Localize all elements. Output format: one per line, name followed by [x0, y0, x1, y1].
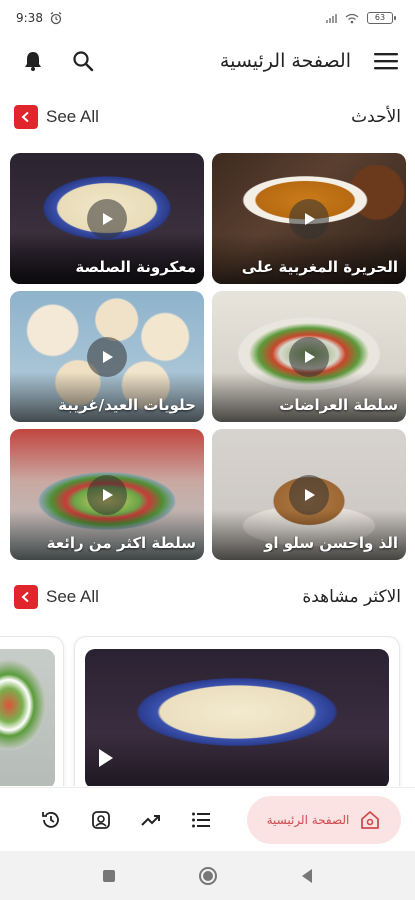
latest-see-all-button[interactable]: See All	[14, 105, 99, 129]
recipe-card[interactable]: معكرونة الصلصة	[10, 153, 204, 284]
search-icon[interactable]	[70, 48, 96, 74]
video-thumbnail	[85, 649, 389, 786]
system-navigation-bar	[0, 851, 415, 900]
recipe-title: سلطة اكثر من رائعة	[46, 534, 196, 552]
recipe-title: الذ واحسن سلو او	[264, 534, 398, 552]
home-icon	[361, 810, 380, 829]
video-card[interactable]	[74, 636, 400, 786]
recipe-title: حلويات العيد/غريبة	[58, 396, 196, 414]
wifi-icon	[345, 13, 359, 23]
play-icon	[87, 474, 127, 515]
most-viewed-see-all-button[interactable]: See All	[14, 585, 99, 609]
menu-icon[interactable]	[373, 48, 399, 74]
most-viewed-section-title: الاكثر مشاهدة	[302, 587, 401, 607]
play-icon	[289, 198, 329, 239]
play-icon	[99, 749, 113, 767]
play-icon	[87, 198, 127, 239]
play-icon	[87, 336, 127, 377]
recents-button[interactable]	[102, 869, 116, 883]
notifications-icon[interactable]	[20, 48, 46, 74]
top-app-bar: الصفحة الرئيسية	[0, 38, 415, 84]
list-icon[interactable]	[188, 807, 214, 833]
home-button[interactable]	[198, 866, 218, 886]
status-bar: 9:38 63	[0, 0, 415, 36]
play-icon	[289, 336, 329, 377]
video-card[interactable]	[0, 636, 64, 786]
page-title: الصفحة الرئيسية	[219, 50, 351, 72]
recipe-title: سلطة العراضات	[279, 396, 398, 414]
trending-icon[interactable]	[138, 807, 164, 833]
latest-section-title: الأحدث	[351, 107, 401, 127]
bottom-navigation: الصفحة الرئيسية	[0, 787, 415, 851]
latest-section-header: See All الأحدث	[0, 102, 415, 132]
history-icon[interactable]	[38, 807, 64, 833]
play-icon	[289, 474, 329, 515]
recipe-card[interactable]: حلويات العيد/غريبة	[10, 291, 204, 422]
most-viewed-carousel[interactable]	[0, 636, 415, 786]
most-viewed-section-header: See All الاكثر مشاهدة	[0, 582, 415, 612]
recipe-card[interactable]: سلطة اكثر من رائعة	[10, 429, 204, 560]
video-thumbnail	[0, 649, 55, 786]
chevron-left-icon	[14, 585, 38, 609]
chevron-left-icon	[14, 105, 38, 129]
recipe-card[interactable]: الذ واحسن سلو او	[212, 429, 406, 560]
recipe-title: معكرونة الصلصة	[75, 258, 196, 276]
recipe-title: الحريرة المغربية على	[241, 258, 398, 276]
latest-grid: معكرونة الصلصة الحريرة المغربية على حلوي…	[10, 153, 406, 560]
home-tab-label: الصفحة الرئيسية	[266, 812, 350, 827]
see-all-label: See All	[46, 587, 99, 606]
gallery-icon[interactable]	[88, 807, 114, 833]
recipe-card[interactable]: الحريرة المغربية على	[212, 153, 406, 284]
see-all-label: See All	[46, 107, 99, 126]
status-time: 9:38	[16, 11, 43, 25]
signal-icon	[326, 13, 337, 23]
recipe-card[interactable]: سلطة العراضات	[212, 291, 406, 422]
back-button[interactable]	[300, 868, 314, 884]
home-tab-button[interactable]: الصفحة الرئيسية	[247, 795, 401, 844]
alarm-icon	[50, 12, 62, 25]
battery-icon: 63	[367, 12, 396, 24]
